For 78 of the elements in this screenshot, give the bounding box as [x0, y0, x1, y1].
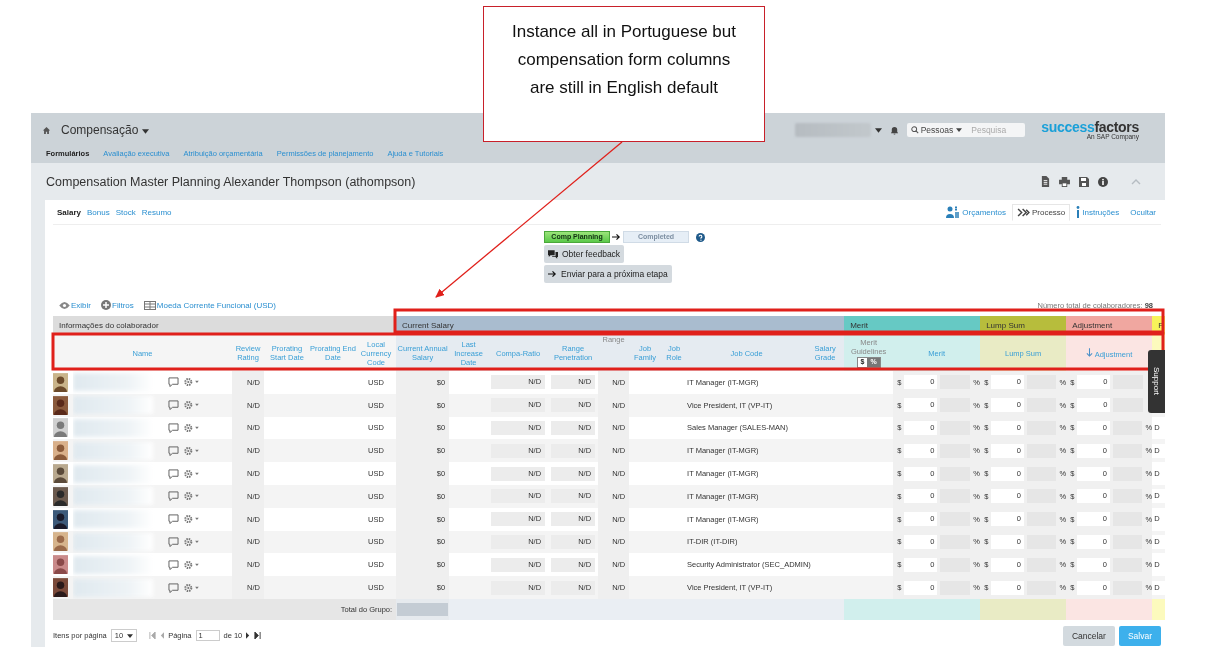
comment-icon[interactable]: [168, 491, 179, 502]
search-field[interactable]: Pesquisa: [965, 123, 1026, 137]
avatar: [53, 441, 68, 461]
comment-icon[interactable]: [168, 582, 179, 593]
info-icon: [1076, 206, 1081, 218]
panel-link[interactable]: Processo: [1011, 203, 1071, 221]
help-icon[interactable]: [696, 232, 705, 242]
search-icon[interactable]: [906, 123, 921, 137]
gear-icon[interactable]: [183, 468, 200, 479]
print-icon[interactable]: [1059, 176, 1070, 187]
callout-note: Instance all in Portuguese but compensation form columns are still in English default: [483, 6, 765, 142]
search-scope-dropdown[interactable]: Pessoas: [920, 123, 966, 137]
arrow-icon: [548, 270, 557, 278]
chat-icon: [548, 249, 558, 259]
toolbar-link[interactable]: Moeda Corrente Funcional (USD): [143, 300, 276, 310]
caret-icon: [127, 633, 134, 638]
collapse-icon[interactable]: [1131, 178, 1141, 185]
avatar: [53, 578, 68, 598]
form-tab[interactable]: Stock: [115, 207, 136, 217]
toolbar-link[interactable]: Filtros: [101, 300, 134, 310]
form-tab[interactable]: Bonus: [87, 207, 110, 217]
toolbar-link[interactable]: Exibir: [59, 300, 91, 310]
comment-icon[interactable]: [168, 445, 179, 456]
comment-icon[interactable]: [168, 559, 179, 570]
gear-icon[interactable]: [183, 445, 200, 456]
save-icon[interactable]: [1079, 176, 1089, 187]
form-tab[interactable]: Resumo: [141, 207, 172, 217]
gear-icon[interactable]: [183, 400, 200, 411]
gear-icon[interactable]: [183, 423, 200, 433]
home-icon[interactable]: [42, 125, 51, 135]
previous-page-icon[interactable]: [160, 632, 165, 640]
avatar: [53, 555, 68, 575]
caret-icon: [956, 128, 963, 132]
chevrons-icon: [1016, 207, 1030, 217]
gear-icon[interactable]: [183, 537, 200, 547]
module-menu[interactable]: Compensação: [61, 123, 149, 137]
gear-icon[interactable]: [183, 377, 200, 388]
avatar: [53, 486, 68, 506]
comment-icon[interactable]: [168, 423, 179, 433]
comment-icon[interactable]: [168, 468, 179, 479]
avatar: [53, 532, 68, 552]
first-page-icon[interactable]: [149, 632, 157, 640]
comment-icon[interactable]: [168, 377, 179, 388]
comment-icon[interactable]: [168, 400, 179, 411]
panel-link[interactable]: Ocultar: [1125, 203, 1161, 221]
comment-icon[interactable]: [168, 537, 179, 547]
gear-icon[interactable]: [183, 582, 200, 593]
form-button[interactable]: Cancelar: [1062, 625, 1115, 646]
next-page-icon[interactable]: [246, 632, 251, 640]
bell-icon[interactable]: [889, 125, 899, 135]
document-icon[interactable]: [1041, 176, 1050, 187]
person-dollar-icon: [946, 206, 961, 218]
caret-icon: [141, 129, 149, 134]
plus-icon: [101, 300, 111, 310]
gear-icon[interactable]: [183, 491, 200, 502]
comment-icon[interactable]: [168, 514, 179, 525]
support-tab[interactable]: Support: [1148, 350, 1165, 413]
avatar: [53, 395, 68, 415]
workflow-button[interactable]: Enviar para a próxima etapa: [544, 265, 672, 283]
last-page-icon[interactable]: [254, 632, 262, 640]
panel-link[interactable]: Instruções: [1071, 202, 1125, 222]
gear-icon[interactable]: [183, 514, 200, 525]
eye-icon: [59, 301, 70, 309]
avatar: [53, 418, 68, 438]
avatar: [53, 464, 68, 484]
panel-link[interactable]: Orçamentos: [941, 202, 1011, 222]
info-icon[interactable]: [1098, 176, 1108, 187]
form-tab[interactable]: Salary: [57, 207, 82, 217]
avatar: [53, 509, 68, 529]
page-title: Compensation Master Planning Alexander Thompson (athompson): [46, 174, 416, 189]
blurred-total: [397, 602, 449, 616]
avatar: [53, 372, 68, 392]
workflow-button[interactable]: Obter feedback: [544, 245, 625, 263]
arrow-icon: [612, 233, 621, 241]
gear-icon[interactable]: [183, 559, 200, 570]
caret-icon[interactable]: [874, 127, 882, 133]
table-icon: [143, 300, 156, 310]
sort-arrow-icon: [1086, 347, 1094, 357]
